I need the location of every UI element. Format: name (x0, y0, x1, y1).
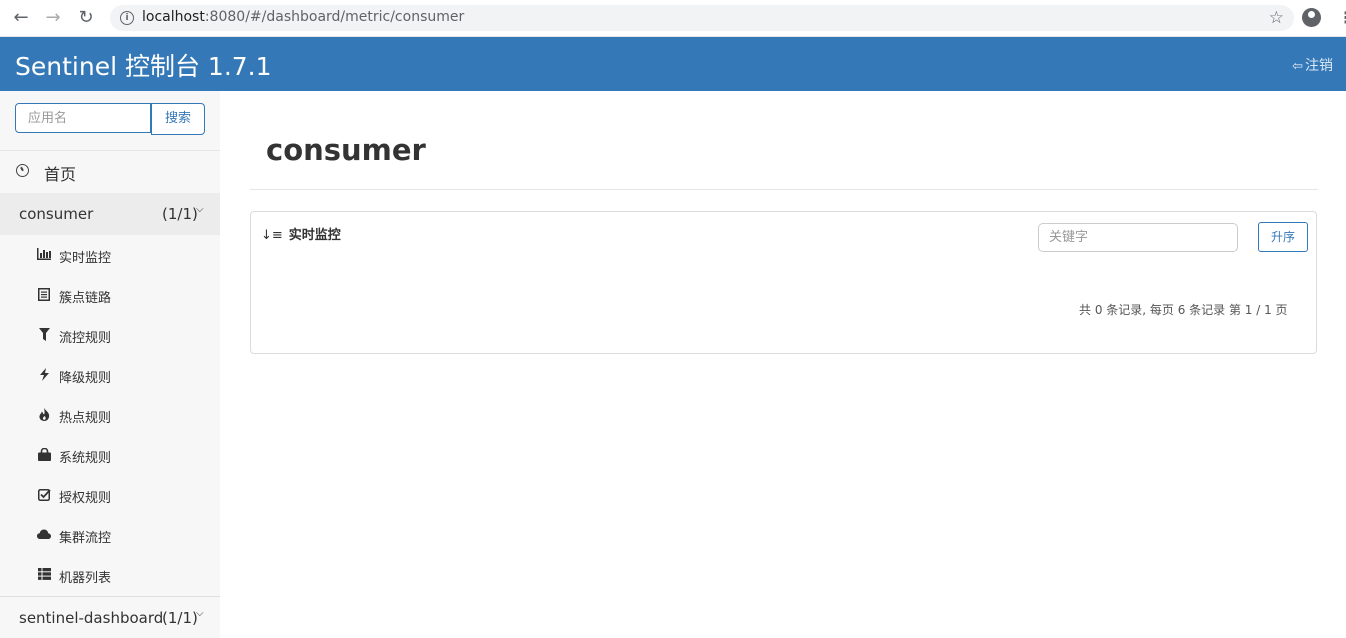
list-icon (37, 288, 51, 302)
app-group-consumer[interactable]: consumer (1/1) ⌵ (0, 193, 220, 235)
sidebar-item-system-rules[interactable]: 系统规则 (0, 435, 220, 475)
sidebar-item-hotspot-rules[interactable]: 热点规则 (0, 395, 220, 435)
site-info-icon[interactable]: i (120, 11, 134, 25)
flash-icon (37, 368, 51, 382)
app-name: consumer (19, 205, 94, 223)
logout-link[interactable]: ⇦ 注销 (1292, 55, 1333, 75)
logout-icon: ⇦ (1292, 59, 1303, 74)
menu-label: 集群流控 (59, 531, 112, 546)
address-bar[interactable]: i localhost:8080/#/dashboard/metric/cons… (110, 5, 1294, 31)
menu-label: 降级规则 (59, 371, 112, 386)
profile-avatar-icon[interactable] (1302, 8, 1321, 27)
dashboard-icon (16, 164, 29, 177)
app-group-sentinel-dashboard[interactable]: sentinel-dashboard (1/1) ⌵ (0, 597, 220, 638)
app-search-input[interactable] (15, 103, 151, 133)
sidebar-item-degrade-rules[interactable]: 降级规则 (0, 355, 220, 395)
title-divider (250, 189, 1318, 190)
sidebar-item-home[interactable]: 首页 (0, 151, 220, 193)
menu-label: 簇点链路 (59, 291, 112, 306)
sidebar-item-machine-list[interactable]: 机器列表 (0, 555, 220, 595)
panel-heading-label: 实时监控 (288, 228, 341, 243)
menu-label: 实时监控 (59, 251, 112, 266)
browser-menu-icon[interactable]: ⋮ (1338, 8, 1346, 27)
bookmark-star-icon[interactable]: ☆ (1269, 8, 1284, 28)
fire-icon (37, 408, 51, 422)
bar-chart-icon (37, 248, 51, 262)
menu-label: 机器列表 (59, 571, 112, 586)
sidebar-item-cluster-flow[interactable]: 集群流控 (0, 515, 220, 555)
app-title[interactable]: Sentinel 控制台 1.7.1 (15, 47, 272, 83)
reload-icon[interactable]: ↻ (76, 8, 96, 28)
sidebar-item-authority-rules[interactable]: 授权规则 (0, 475, 220, 515)
logout-label: 注销 (1305, 58, 1333, 74)
keyword-input[interactable] (1038, 223, 1238, 252)
sort-amount-icon: ↓≡ (261, 228, 283, 243)
chevron-down-icon: ⌵ (196, 608, 204, 619)
filter-icon (37, 328, 51, 342)
url-host: localhost (142, 9, 205, 25)
check-icon (37, 488, 51, 502)
main-content: consumer ↓≡ 实时监控 升序 共 0 条记录, 每页 6 条记录 第 1… (220, 108, 1346, 638)
forward-icon[interactable]: → (43, 8, 63, 28)
menu-label: 流控规则 (59, 331, 112, 346)
sidebar-item-flow-rules[interactable]: 流控规则 (0, 315, 220, 355)
th-list-icon (37, 568, 51, 582)
app-machine-count: (1/1) (162, 609, 198, 627)
sidebar-item-resource-chain[interactable]: 簇点链路 (0, 275, 220, 315)
panel-heading: ↓≡ 实时监控 (261, 224, 341, 243)
chevron-down-icon: ⌵ (196, 204, 204, 215)
app-machine-count: (1/1) (162, 205, 198, 223)
menu-label: 系统规则 (59, 451, 112, 466)
cloud-icon (37, 528, 51, 542)
url-path: :8080/#/dashboard/metric/consumer (204, 9, 465, 25)
lock-icon (37, 447, 51, 462)
app-name: sentinel-dashboard (19, 609, 164, 627)
sidebar-item-realtime-monitor[interactable]: 实时监控 (0, 235, 220, 275)
app-search-group: 搜索 (15, 103, 205, 135)
url-text[interactable]: localhost:8080/#/dashboard/metric/consum… (142, 9, 464, 25)
page-title: consumer (266, 133, 426, 167)
search-button[interactable]: 搜索 (151, 103, 205, 135)
sidebar: 搜索 首页 consumer (1/1) ⌵ 实时监控 簇点链路 流控规则 降级… (0, 91, 220, 638)
menu-label: 热点规则 (59, 411, 112, 426)
pagination-info: 共 0 条记录, 每页 6 条记录 第 1 / 1 页 (1079, 303, 1288, 317)
app-header: Sentinel 控制台 1.7.1 ⇦ 注销 (0, 37, 1346, 91)
ascending-sort-button[interactable]: 升序 (1258, 222, 1308, 252)
home-label: 首页 (44, 165, 77, 184)
browser-toolbar: ← → ↻ i localhost:8080/#/dashboard/metri… (0, 0, 1346, 37)
realtime-monitor-panel: ↓≡ 实时监控 升序 共 0 条记录, 每页 6 条记录 第 1 / 1 页 (250, 211, 1317, 354)
menu-label: 授权规则 (59, 491, 112, 506)
back-icon[interactable]: ← (11, 8, 31, 28)
